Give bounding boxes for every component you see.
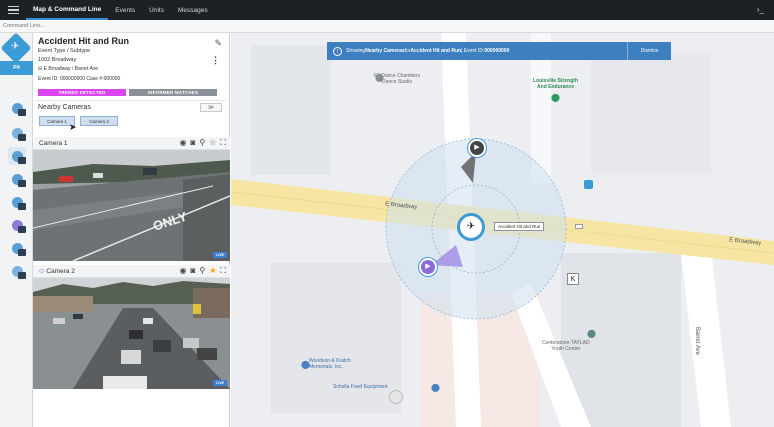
poi-louisville-strength[interactable]: Louisville Strength And Endurance <box>533 78 578 90</box>
rail-units-button[interactable] <box>8 99 26 117</box>
camera-1-feed[interactable]: ONLY LIVE <box>33 150 230 261</box>
dismiss-button[interactable]: Dismiss <box>627 42 671 60</box>
camera-1-map-marker[interactable]: ▶ <box>468 139 486 157</box>
rail-nearby-button[interactable] <box>8 147 26 165</box>
camera-2-label: ⬭ Camera 2 <box>39 268 75 276</box>
event-cross-text: E Broadway / Barret Ave <box>43 66 98 72</box>
poi-marker-icon[interactable] <box>389 390 403 404</box>
tab-events[interactable]: Events <box>108 0 142 20</box>
camera-1-label: Camera 1 <box>39 140 68 147</box>
transit-icon[interactable] <box>584 180 593 189</box>
collapse-icon[interactable]: ›_ <box>757 5 764 14</box>
tab-map-command-line[interactable]: Map & Command Line <box>26 0 109 20</box>
event-title: Accident Hit and Run <box>38 36 130 46</box>
mouse-cursor-icon: ➤ <box>69 122 77 132</box>
menu-icon[interactable] <box>0 0 26 20</box>
expand-button[interactable]: ≫ <box>200 103 222 112</box>
rail-location-button[interactable] <box>8 239 26 257</box>
link-icon[interactable]: ⚲ <box>199 138 205 148</box>
event-cross-street: ⛁ E Broadway / Barret Ave <box>38 66 98 72</box>
event-ids: Event ID: 000000000 Case #:000000 <box>38 76 121 82</box>
fullscreen-icon[interactable]: ⛶ <box>220 266 226 276</box>
top-nav-bar: Map & Command Line Events Units Messages… <box>0 0 774 20</box>
command-line-bar <box>0 20 774 33</box>
record-icon[interactable]: ◉ <box>180 138 187 148</box>
nearby-cameras-section: Nearby Cameras ≫ Camera 1 Camera 2 ➤ <box>36 100 226 132</box>
live-badge: LIVE <box>213 380 227 386</box>
banner-bold-2: Accident Hit and Run <box>410 48 462 54</box>
camera-control-icon[interactable]: ◙ <box>191 266 196 276</box>
event-map-label: Accident Hit and Run <box>494 222 545 231</box>
camera-chip-2[interactable]: Camera 2 <box>80 116 118 126</box>
poi-pin-icon: ⬤ <box>431 383 440 392</box>
poi-pin-icon: ⬤ <box>301 360 310 369</box>
camera-2-title: Camera 2 <box>46 268 75 275</box>
tab-messages[interactable]: Messages <box>171 0 215 20</box>
rail-person-button[interactable] <box>8 193 26 211</box>
live-badge: LIVE <box>213 252 227 258</box>
camera-1-header: Camera 1 ◉ ◙ ⚲ ☆ ⛶ <box>33 137 230 150</box>
more-options-icon[interactable]: ⋮ <box>211 55 220 66</box>
poi-scholla[interactable]: Scholla Food Equipment <box>333 384 387 390</box>
favorite-star-icon-filled[interactable]: ★ <box>209 266 216 276</box>
camera-2-feed[interactable]: LIVE <box>33 278 230 389</box>
rail-search-button[interactable] <box>8 262 26 280</box>
banner-bold-1: Nearby Cameras <box>365 48 405 54</box>
edit-icon[interactable]: ✎ <box>214 38 222 49</box>
gym-pin-icon: ⬤ <box>551 93 560 102</box>
command-line-input[interactable] <box>0 20 300 32</box>
tab-units[interactable]: Units <box>142 0 171 20</box>
vehicle-accident-icon: ✈ <box>11 41 20 52</box>
parking-icon[interactable]: K <box>567 273 579 285</box>
priority-label: P4 <box>0 61 33 75</box>
event-panel: Accident Hit and Run ✎ ⋮ Event Type / Su… <box>33 33 230 427</box>
camera-2-header: ⬭ Camera 2 ◉ ◙ ⚲ ★ ⛶ <box>33 265 230 278</box>
map-view[interactable]: ! Showing Nearby Cameras for Accident Hi… <box>231 33 774 427</box>
poi-pin-icon: ⬤ <box>587 329 596 338</box>
rail-informer-button[interactable] <box>8 216 26 234</box>
street-label-barret: Barret Ave <box>693 327 700 355</box>
left-rail: ✈ P4 <box>0 32 33 427</box>
favorite-star-icon[interactable]: ☆ <box>209 138 216 148</box>
event-type: Event Type / Subtype <box>38 48 91 54</box>
nearby-cameras-banner: ! Showing Nearby Cameras for Accident Hi… <box>327 42 671 60</box>
nearby-cameras-title: Nearby Cameras <box>38 104 91 111</box>
record-icon[interactable]: ◉ <box>180 266 187 276</box>
event-address: 1002 Broadway <box>38 57 77 63</box>
banner-prefix: Showing <box>346 48 366 54</box>
route-shield-icon <box>575 224 583 229</box>
trends-detected-badge[interactable]: TRENDS DETECTED <box>38 89 126 96</box>
fullscreen-icon[interactable]: ⛶ <box>220 138 226 148</box>
poi-centerstone[interactable]: Centerstone-TAYLAD Youth Center <box>542 340 590 352</box>
event-location-marker[interactable]: ✈ <box>457 213 485 241</box>
camera-2-map-marker[interactable]: ▶ <box>419 258 437 276</box>
poi-pin-icon: ⬤ <box>375 73 384 82</box>
informer-matches-badge[interactable]: INFORMER MATCHES <box>129 89 217 96</box>
banner-suffix: | Event ID: <box>461 48 485 54</box>
rail-camera-button[interactable] <box>8 124 26 142</box>
camera-control-icon[interactable]: ◙ <box>191 138 196 148</box>
info-icon: ! <box>333 46 342 56</box>
link-icon[interactable]: ⚲ <box>199 266 205 276</box>
banner-event-id: 000000000 <box>484 48 510 54</box>
poi-woodson-kratch[interactable]: Woodson & Kratch Memorials, Inc. <box>309 358 351 370</box>
rail-people-button[interactable] <box>8 170 26 188</box>
